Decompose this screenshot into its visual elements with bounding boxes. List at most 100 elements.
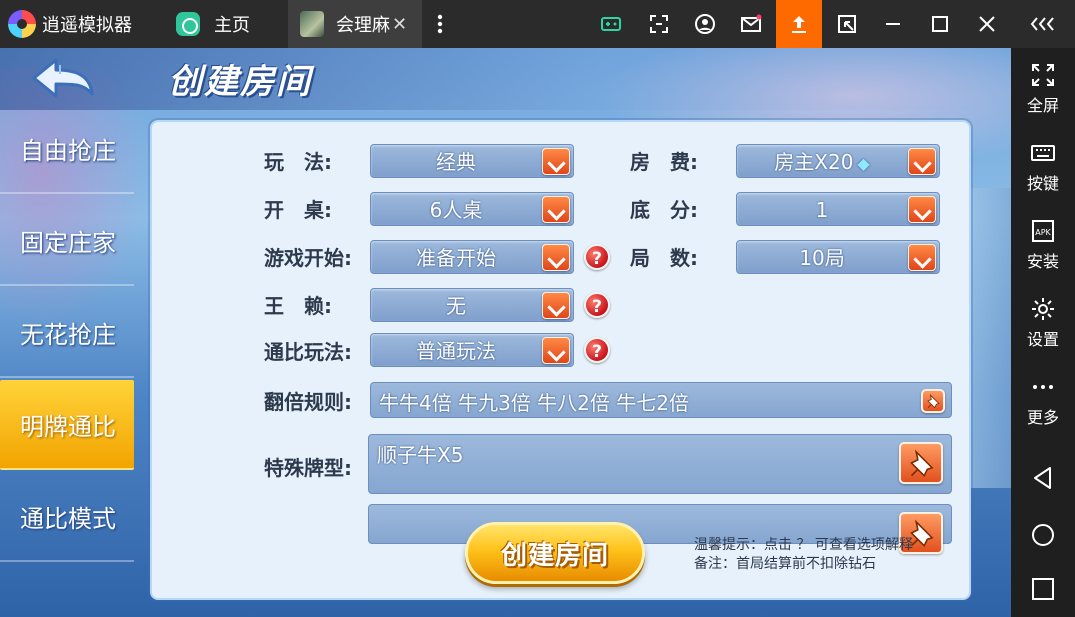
multiplier-field[interactable]: 牛牛4倍 牛九3倍 牛八2倍 牛七2倍 (370, 382, 952, 418)
app-name: 逍遥模拟器 (42, 15, 132, 36)
start-select[interactable]: 准备开始 (370, 240, 574, 274)
mail-icon[interactable] (728, 0, 774, 48)
page-title: 创建房间 (168, 62, 312, 102)
gear-icon (1032, 298, 1054, 320)
install-apk-button[interactable]: APK 安装 (1011, 210, 1075, 280)
rounds-value: 10局 (799, 246, 845, 270)
start-label: 游戏开始: (264, 246, 352, 270)
mode-no-flower-banker[interactable]: 无花抢庄 (0, 288, 134, 378)
rounds-select[interactable]: 10局 (736, 240, 940, 274)
rounds-label: 局 数: (630, 246, 698, 270)
apk-icon: APK (1032, 220, 1054, 242)
mode-tongbi[interactable]: 通比模式 (0, 472, 134, 562)
home-tab-label: 主页 (214, 15, 250, 36)
game-app-icon (300, 11, 324, 37)
help-icon[interactable]: ? (584, 292, 610, 318)
table-select[interactable]: 6人桌 (370, 192, 574, 226)
diamond-icon: ◆ (857, 154, 870, 173)
fee-select[interactable]: 房主X20 ◆ (736, 144, 940, 178)
start-value: 准备开始 (416, 246, 496, 270)
keymap-button[interactable]: 按键 (1011, 132, 1075, 202)
app-tab[interactable]: 逍遥模拟器 (0, 0, 160, 48)
mode-fixed-banker[interactable]: 固定庄家 (0, 196, 134, 286)
header-strip (0, 48, 1011, 110)
account-icon[interactable] (682, 0, 728, 48)
app-logo-icon (8, 10, 36, 38)
more-button[interactable]: 更多 (1011, 366, 1075, 436)
pin-icon[interactable] (921, 389, 945, 413)
home-icon (176, 12, 200, 36)
home-tab[interactable]: 主页 (160, 0, 288, 48)
help-icon[interactable]: ? (584, 337, 610, 363)
play-value: 经典 (436, 150, 476, 174)
base-label: 底 分: (630, 198, 698, 222)
chevron-down-icon[interactable] (542, 337, 570, 364)
tip-line-2: 备注：首局结算前不扣除钻石 (694, 556, 876, 572)
close-icon[interactable] (964, 0, 1010, 48)
table-value: 6人桌 (429, 198, 483, 222)
game-tab-label: 会理麻 (336, 15, 390, 36)
special-label: 特殊牌型: (264, 456, 352, 480)
base-value: 1 (815, 198, 829, 222)
chevron-down-icon[interactable] (542, 196, 570, 223)
background-building (970, 188, 1011, 488)
home-nav-icon[interactable] (1011, 510, 1075, 560)
chevron-down-icon[interactable] (542, 292, 570, 319)
play-select[interactable]: 经典 (370, 144, 574, 178)
tab-menu-icon[interactable] (418, 0, 462, 48)
pin-icon[interactable] (899, 442, 943, 484)
mode-open-card-tongbi[interactable]: 明牌通比 (0, 380, 134, 470)
joker-select[interactable]: 无 (370, 288, 574, 322)
back-arrow-icon[interactable] (30, 56, 96, 100)
upload-icon[interactable] (776, 0, 822, 48)
back-nav-icon[interactable] (1011, 453, 1075, 503)
mode-free-banker[interactable]: 自由抢庄 (0, 104, 134, 194)
chevron-down-icon[interactable] (908, 196, 936, 223)
special-field[interactable]: 顺子牛X5 (368, 434, 952, 494)
joker-value: 无 (446, 294, 466, 318)
settings-button[interactable]: 设置 (1011, 288, 1075, 358)
gamepad-icon[interactable] (588, 0, 634, 48)
create-room-panel: 玩 法: 经典 房 费: 房主X20 ◆ 开 桌: 6人桌 底 分: 1 游戏开… (150, 120, 971, 600)
emulator-titlebar: 逍遥模拟器 主页 会理麻 ✕ (0, 0, 1075, 48)
fullscreen-icon (1032, 64, 1054, 86)
tab-close-icon[interactable]: ✕ (392, 14, 407, 35)
create-room-label: 创建房间 (500, 540, 609, 571)
fee-value-wrap: 房主X20 ◆ (737, 145, 907, 179)
game-screen: 创建房间 自由抢庄 固定庄家 无花抢庄 明牌通比 通比模式 玩 法: 经典 房 … (0, 48, 1011, 617)
collapse-sidebar-icon[interactable] (1018, 0, 1068, 48)
chevron-down-icon[interactable] (542, 148, 570, 175)
chevron-down-icon[interactable] (908, 148, 936, 175)
recents-nav-icon[interactable] (1011, 564, 1075, 614)
tongbi-value: 普通玩法 (416, 339, 496, 363)
create-room-button[interactable]: 创建房间 (465, 522, 645, 584)
tongbi-select[interactable]: 普通玩法 (370, 333, 574, 367)
minimize-icon[interactable] (870, 0, 916, 48)
chevron-down-icon[interactable] (908, 244, 936, 271)
keyboard-icon (1031, 145, 1055, 161)
keymap-label: 按键 (1026, 174, 1059, 193)
fee-value: 房主X20 (774, 150, 854, 174)
window-mode-icon[interactable] (824, 0, 870, 48)
tip-line-1: 温馨提示：点击 ？ 可查看选项解释 (694, 537, 913, 553)
apk-icon-text: APK (1035, 228, 1051, 237)
chevron-down-icon[interactable] (542, 244, 570, 271)
base-select[interactable]: 1 (736, 192, 940, 226)
install-label: 安装 (1026, 252, 1059, 271)
help-icon[interactable]: ? (584, 244, 610, 270)
fullscreen-label: 全屏 (1026, 96, 1059, 115)
more-icon (1033, 385, 1053, 389)
multiplier-value: 牛牛4倍 牛九3倍 牛八2倍 牛七2倍 (379, 391, 689, 415)
game-tab[interactable]: 会理麻 ✕ (288, 0, 422, 48)
maximize-icon[interactable] (917, 0, 963, 48)
fullscreen-button[interactable]: 全屏 (1011, 54, 1075, 124)
multiplier-label: 翻倍规则: (264, 390, 352, 414)
emulator-sidebar: 全屏 按键 APK 安装 设置 更多 (1011, 48, 1075, 617)
tongbi-label: 通比玩法: (264, 340, 352, 364)
play-label: 玩 法: (264, 150, 332, 174)
more-label: 更多 (1026, 408, 1059, 427)
screenshot-icon[interactable] (636, 0, 682, 48)
special-value: 顺子牛X5 (377, 443, 464, 467)
settings-label: 设置 (1026, 330, 1059, 349)
table-label: 开 桌: (264, 198, 332, 222)
